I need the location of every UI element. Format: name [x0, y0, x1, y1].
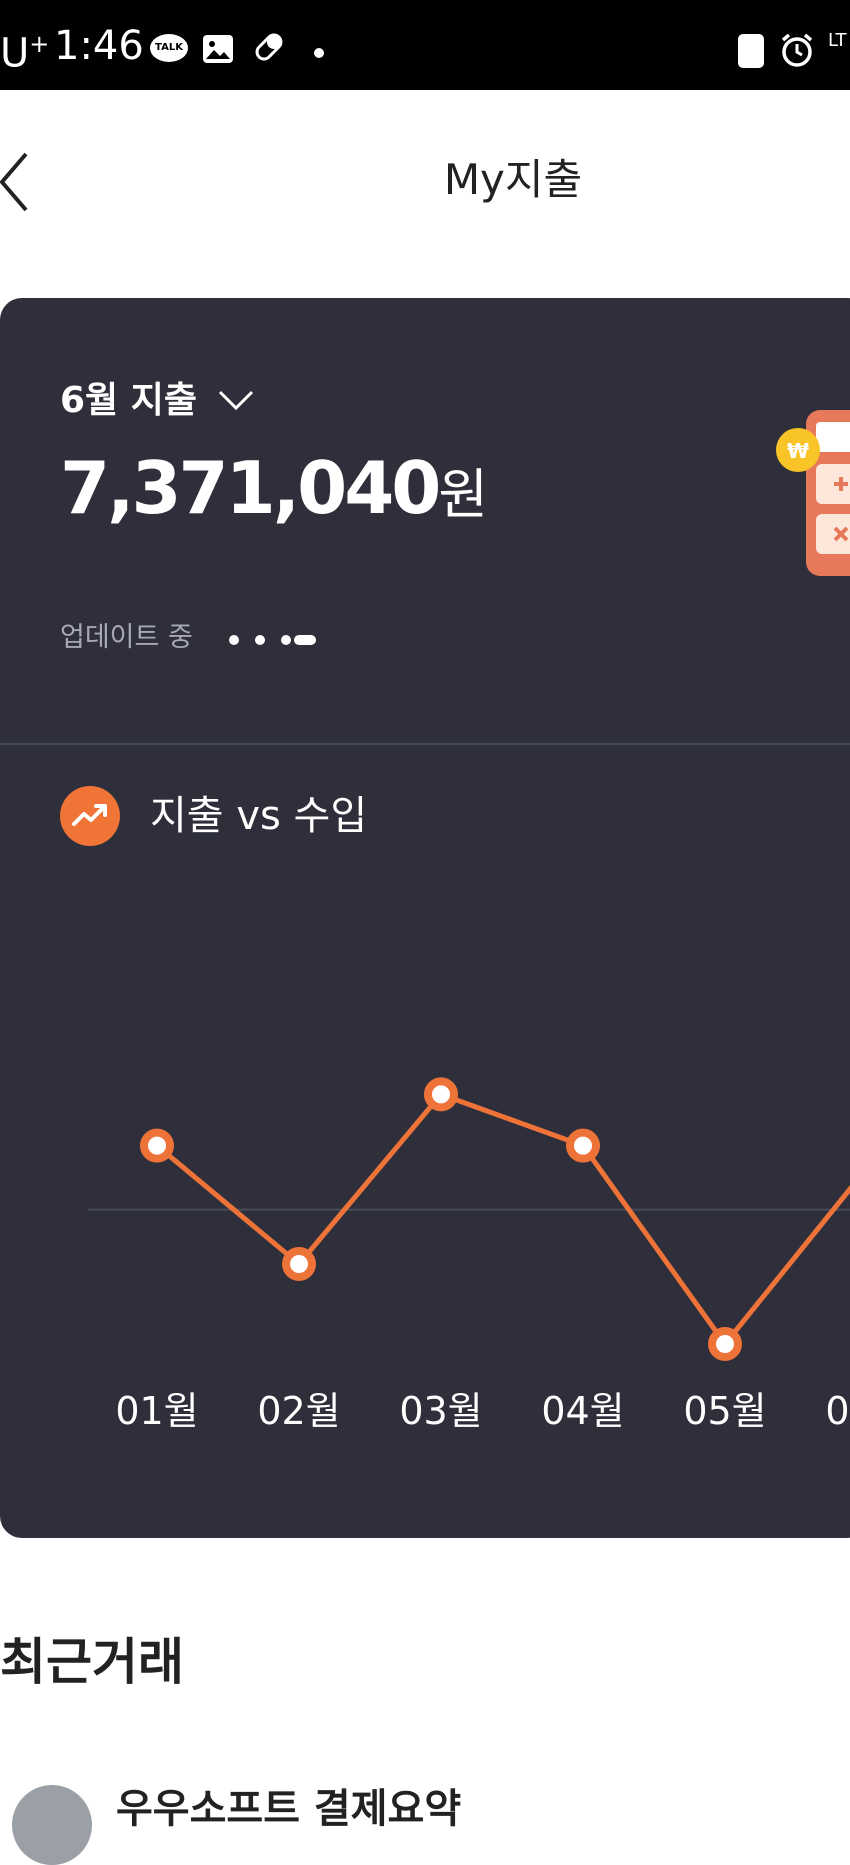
x-tick-label: 05월 [683, 1389, 766, 1433]
page-title: My지출 [443, 155, 583, 204]
status-bar: U+ 1:46 TALK LT [0, 0, 850, 90]
alarm-icon [781, 33, 813, 67]
status-time: 1:46 [54, 23, 144, 69]
photo-icon [203, 35, 233, 63]
app-header: My지출 [0, 90, 850, 270]
kakaotalk-icon: TALK [150, 34, 188, 62]
chart-point [566, 1128, 600, 1163]
notification-dot-icon [314, 48, 324, 58]
chart-series-line [155, 1091, 850, 1347]
avatar [12, 1785, 92, 1865]
lte-icon: LT [828, 30, 847, 51]
recent-transactions-title: 최근거래 [0, 1633, 184, 1691]
transaction-peek-label[interactable]: 우우소프트 결제요약 [116, 1776, 461, 1834]
chart-point [282, 1247, 316, 1281]
chart-point [424, 1077, 458, 1112]
spending-summary-card: 6월 지출 7,371,040원 ₩ 업데이트 중 지출 vs 수입 01월 0… [0, 298, 850, 1538]
carrier-label: U+ [0, 30, 50, 77]
x-tick-label: 04월 [541, 1389, 624, 1433]
x-tick-label: 01월 [115, 1389, 198, 1433]
chart-point [140, 1128, 174, 1163]
expense-income-line-chart: 01월 02월 03월 04월 05월 06월 [88, 1077, 850, 1433]
x-tick-label: 06월 [825, 1389, 850, 1433]
pill-icon [255, 33, 283, 61]
x-tick-label: 02월 [257, 1389, 340, 1433]
recycle-icon [738, 34, 764, 68]
x-tick-label: 03월 [399, 1389, 482, 1433]
chart-point [708, 1327, 742, 1361]
